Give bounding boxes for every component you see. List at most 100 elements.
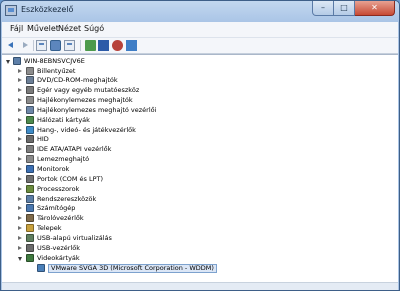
menu-action[interactable]: Művelet [27,24,59,33]
device-tree[interactable]: WIN-8EBNSVCJV6E Billentyűzet DVD/CD-ROM-m… [2,54,398,283]
uninstall-icon[interactable] [98,40,109,51]
collapse-arrow-icon[interactable] [18,147,22,152]
help-icon[interactable] [50,40,61,51]
tree-item-category[interactable]: Portok (COM és LPT) [18,174,238,184]
scan-hardware-icon[interactable] [64,40,75,51]
collapse-arrow-icon[interactable] [18,107,22,112]
collapse-arrow-icon[interactable] [18,68,22,73]
expand-arrow-icon[interactable] [18,256,22,261]
tree-item-label: Processzorok [37,184,80,193]
tree-item-label: USB-vezérlők [37,243,80,252]
tree-item-label: Rendszereszközök [37,194,97,203]
tree-root[interactable]: WIN-8EBNSVCJV6E [6,57,126,66]
tree-item-label: Hajlékonylemezes meghajtó vezérlői [37,105,157,114]
tree-item-label: IDE ATA/ATAPI vezérlők [37,145,112,154]
tree-item-category[interactable]: Tárolóvezérlők [18,214,238,223]
menu-help[interactable]: Súgó [84,24,104,33]
tree-item-category[interactable]: Lemezmeghajtó [18,155,238,164]
menu-view[interactable]: Nézet [58,24,81,33]
collapse-arrow-icon[interactable] [18,127,22,132]
device-category-icon [26,165,34,173]
device-category-icon [26,174,34,183]
collapse-arrow-icon[interactable] [18,216,22,221]
device-category-icon [26,155,34,164]
collapse-arrow-icon[interactable] [18,186,22,191]
device-category-icon [26,135,34,144]
collapse-arrow-icon[interactable] [18,196,22,201]
collapse-arrow-icon[interactable] [18,98,22,103]
device-category-icon [26,224,34,233]
toolbar [2,38,398,54]
tree-item-category[interactable]: HID [18,135,238,144]
tree-item-label: Számítógép [37,204,76,213]
minimize-button[interactable]: – [312,1,334,16]
tree-item-category[interactable]: Hajlékonylemezes meghajtók [18,96,238,105]
device-category-icon [37,263,45,272]
device-category-icon [26,214,34,223]
toolbar-separator [33,40,34,51]
device-manager-window: Eszközkezelő – □ ✕ Fájl Művelet Nézet Sú… [0,0,400,291]
device-category-icon [26,86,34,95]
tree-item-category[interactable]: Billentyűzet [18,66,238,76]
close-button[interactable]: ✕ [355,1,395,16]
device-category-icon [26,184,34,193]
collapse-arrow-icon[interactable] [18,235,22,240]
device-manager-icon [5,5,17,16]
tree-item-category[interactable]: Telepek [18,224,238,233]
tree-item-label: Monitorok [37,165,70,173]
collapse-arrow-icon[interactable] [18,137,22,142]
tree-item-label: Billentyűzet [37,66,76,75]
device-category-icon [26,115,34,124]
tree-item-category[interactable]: USB-alapú virtualizálás [18,233,238,243]
tree-item-video-adapters[interactable]: Videokártyák [18,253,238,263]
collapse-arrow-icon[interactable] [18,167,22,171]
title-bar[interactable]: Eszközkezelő – □ ✕ [1,1,399,22]
tree-item-category[interactable]: Egér vagy egyéb mutatóeszköz [18,86,238,95]
tree-item-label: Lemezmeghajtó [37,155,90,164]
status-bar [2,282,398,290]
tree-item-category[interactable]: Hang-, videó- és játékvezérlők [18,125,238,135]
device-category-icon [26,253,34,262]
tree-item-category[interactable]: Rendszereszközök [18,194,238,204]
properties-icon[interactable] [36,40,47,51]
tree-item-label: HID [37,135,49,144]
device-category-icon [26,96,34,105]
tree-item-category[interactable]: Processzorok [18,184,238,194]
tree-item-category[interactable]: USB-vezérlők [18,243,238,253]
back-arrow-icon[interactable] [8,40,19,51]
collapse-arrow-icon[interactable] [18,117,22,122]
disable-device-icon[interactable] [112,40,123,51]
collapse-arrow-icon[interactable] [18,206,22,211]
tree-item-category[interactable]: Számítógép [18,204,238,213]
collapse-arrow-icon[interactable] [18,226,22,231]
collapse-arrow-icon[interactable] [18,157,22,162]
collapse-arrow-icon[interactable] [18,78,22,83]
tree-item-category[interactable]: IDE ATA/ATAPI vezérlők [18,145,238,154]
forward-arrow-icon[interactable] [20,40,31,51]
menu-file[interactable]: Fájl [10,24,23,33]
tree-item-label: VMware SVGA 3D (Microsoft Corporation - … [48,263,217,273]
tree-item-category[interactable]: Hajlékonylemezes meghajtó vezérlői [18,105,238,115]
tree-item-label: Portok (COM és LPT) [37,174,104,183]
tree-item-category[interactable]: Hálózati kártyák [18,115,238,125]
tree-item-category[interactable]: Monitorok [18,165,238,174]
expand-arrow-icon[interactable] [6,60,10,64]
tree-item-label: Hajlékonylemezes meghajtók [37,96,133,105]
collapse-arrow-icon[interactable] [18,245,22,250]
tree-item-category[interactable]: DVD/CD-ROM-meghajtók [18,76,238,85]
tree-item-label: Tárolóvezérlők [37,214,84,223]
device-category-icon [26,105,34,114]
maximize-button[interactable]: □ [334,1,355,16]
collapse-arrow-icon[interactable] [18,176,22,181]
tree-item-label: Hang-, videó- és játékvezérlők [37,125,136,134]
tree-item-selected-device[interactable]: VMware SVGA 3D (Microsoft Corporation - … [29,263,249,273]
collapse-arrow-icon[interactable] [18,88,22,93]
device-category-icon [26,125,34,134]
tree-item-label: Telepek [37,224,62,233]
tree-item-label: Hálózati kártyák [37,115,90,124]
enable-device-icon[interactable] [126,40,137,51]
device-category-icon [26,204,34,213]
computer-icon [13,57,21,65]
update-driver-icon[interactable] [85,40,96,51]
caption-buttons: – □ ✕ [312,1,395,17]
